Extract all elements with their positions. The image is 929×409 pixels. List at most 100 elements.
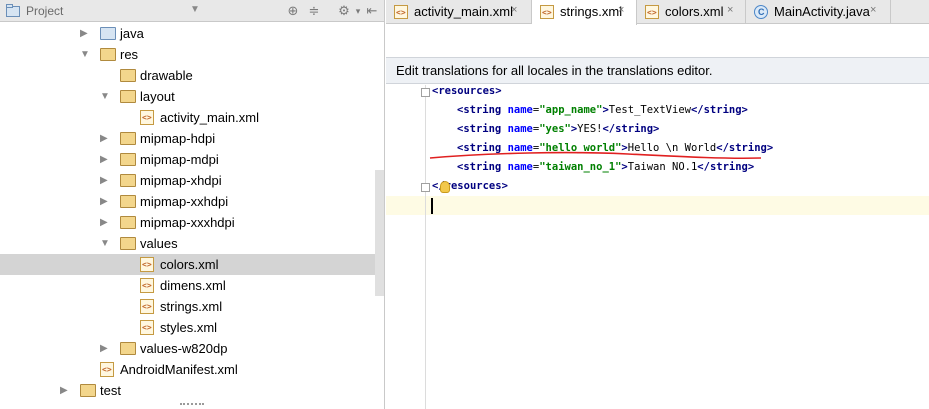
folder-icon: [120, 216, 136, 229]
gutter-separator: [425, 85, 426, 409]
close-icon[interactable]: ×: [870, 4, 876, 16]
tree-item[interactable]: ▶ values-w820dp: [0, 338, 384, 359]
scroll-from-source-icon[interactable]: ⊕: [285, 3, 301, 19]
xml-file-icon: <>: [140, 320, 154, 335]
tree-item[interactable]: ▼ res: [0, 44, 384, 65]
editor-tab[interactable]: <> colors.xml ×: [637, 0, 746, 24]
close-tag-name: resources: [444, 180, 502, 192]
folder-icon: [120, 132, 136, 145]
collapsed-arrow-icon[interactable]: ▶: [100, 128, 112, 149]
collapsed-arrow-icon[interactable]: ▶: [80, 23, 92, 44]
folder-icon: [120, 90, 136, 103]
text-caret: [431, 198, 433, 214]
close-icon[interactable]: ×: [511, 4, 517, 16]
editor-tab[interactable]: <> strings.xml ×: [532, 0, 637, 25]
lightbulb-icon[interactable]: [440, 181, 450, 193]
collapse-all-icon[interactable]: ≑: [306, 3, 322, 19]
xml-file-icon: <>: [140, 299, 154, 314]
tree-item-label: values: [140, 236, 178, 251]
string-name: yes: [545, 123, 565, 135]
tree-item[interactable]: <> colors.xml: [0, 254, 384, 275]
tree-item-label: strings.xml: [160, 299, 223, 314]
string-name: app_name: [545, 104, 597, 116]
xml-file-icon: <>: [140, 110, 154, 125]
project-view-selector[interactable]: Project: [26, 4, 63, 18]
tree-item[interactable]: <> activity_main.xml: [0, 107, 384, 128]
expanded-arrow-icon[interactable]: ▼: [100, 233, 112, 254]
xml-file-icon: <>: [394, 5, 408, 19]
code-line-string[interactable]: <string name="yes">YES!</string>: [457, 120, 659, 139]
tree-item-label: mipmap-xxxhdpi: [140, 215, 235, 230]
collapsed-arrow-icon[interactable]: ▶: [100, 338, 112, 359]
project-icon: [6, 4, 20, 17]
tree-item-label: mipmap-mdpi: [140, 152, 219, 167]
tree-item[interactable]: <> AndroidManifest.xml: [0, 359, 384, 380]
folder-icon: [120, 69, 136, 82]
tab-label: activity_main.xml: [414, 4, 513, 19]
editor-breadcrumb-area: [386, 25, 929, 57]
translations-notice-bar: Edit translations for all locales in the…: [386, 57, 929, 84]
hide-panel-icon[interactable]: ⇤: [364, 3, 380, 19]
editor-tab-bar: <> activity_main.xml × <> strings.xml × <> colo…: [386, 0, 929, 25]
folder-icon: [120, 174, 136, 187]
tree-item[interactable]: <> strings.xml: [0, 296, 384, 317]
folder-icon: [100, 27, 116, 40]
close-icon[interactable]: ×: [618, 4, 624, 16]
code-line-string[interactable]: <string name="app_name">Test_TextView</s…: [457, 101, 748, 120]
splitter-grip[interactable]: [180, 403, 204, 407]
string-value: YES!: [577, 123, 603, 135]
tree-item-label: mipmap-xxhdpi: [140, 194, 229, 209]
string-value: Test_TextView: [608, 104, 691, 116]
chevron-down-icon[interactable]: ▼: [190, 4, 200, 15]
tree-item[interactable]: ▶ java: [0, 23, 384, 44]
tree-item[interactable]: ▼ values: [0, 233, 384, 254]
xml-file-icon: <>: [540, 5, 554, 19]
editor-tab[interactable]: <> activity_main.xml ×: [386, 0, 532, 24]
folder-icon: [120, 153, 136, 166]
expanded-arrow-icon[interactable]: ▼: [100, 86, 112, 107]
tree-item[interactable]: <> dimens.xml: [0, 275, 384, 296]
tree-item[interactable]: ▶ mipmap-hdpi: [0, 128, 384, 149]
tree-item-label: test: [100, 383, 121, 398]
notice-text[interactable]: Edit translations for all locales in the…: [396, 63, 713, 78]
tree-item-label: AndroidManifest.xml: [120, 362, 238, 377]
close-icon[interactable]: ×: [727, 4, 733, 16]
tab-label: colors.xml: [665, 4, 724, 19]
tree-item-label: drawable: [140, 68, 193, 83]
expanded-arrow-icon[interactable]: ▼: [80, 44, 92, 65]
folder-icon: [80, 384, 96, 397]
tree-item-label: dimens.xml: [160, 278, 226, 293]
code-line-open-resources[interactable]: <resources>: [432, 82, 502, 101]
tab-label: MainActivity.java: [774, 4, 870, 19]
collapsed-arrow-icon[interactable]: ▶: [100, 212, 112, 233]
tree-item[interactable]: ▶ mipmap-xhdpi: [0, 170, 384, 191]
tree-item[interactable]: ▼ layout: [0, 86, 384, 107]
folder-icon: [120, 342, 136, 355]
tree-item[interactable]: ▶ mipmap-mdpi: [0, 149, 384, 170]
tree-item[interactable]: <> styles.xml: [0, 317, 384, 338]
xml-file-icon: <>: [100, 362, 114, 377]
java-class-icon: C: [754, 5, 768, 19]
xml-file-icon: <>: [140, 257, 154, 272]
folder-icon: [120, 237, 136, 250]
collapsed-arrow-icon[interactable]: ▶: [100, 149, 112, 170]
editor-tab[interactable]: C MainActivity.java ×: [746, 0, 891, 24]
folder-icon: [120, 195, 136, 208]
project-panel-header: Project ▼ ⊕ ≑ ⚙ ▾ ⇤: [0, 0, 384, 22]
current-line-highlight: [386, 196, 929, 215]
fold-marker-close[interactable]: [421, 183, 430, 192]
tree-item[interactable]: drawable: [0, 65, 384, 86]
collapsed-arrow-icon[interactable]: ▶: [60, 380, 72, 401]
tree-item-label: mipmap-xhdpi: [140, 173, 222, 188]
xml-file-icon: <>: [645, 5, 659, 19]
collapsed-arrow-icon[interactable]: ▶: [100, 170, 112, 191]
fold-marker-open[interactable]: [421, 88, 430, 97]
tree-item-label: activity_main.xml: [160, 110, 259, 125]
tree-item[interactable]: ▶ mipmap-xxxhdpi: [0, 212, 384, 233]
scrollbar-thumb[interactable]: [375, 170, 384, 296]
resource-folder-icon: [100, 48, 116, 61]
annotation-underline: [429, 151, 762, 160]
tree-item[interactable]: ▶ test: [0, 380, 384, 401]
collapsed-arrow-icon[interactable]: ▶: [100, 191, 112, 212]
tree-item[interactable]: ▶ mipmap-xxhdpi: [0, 191, 384, 212]
